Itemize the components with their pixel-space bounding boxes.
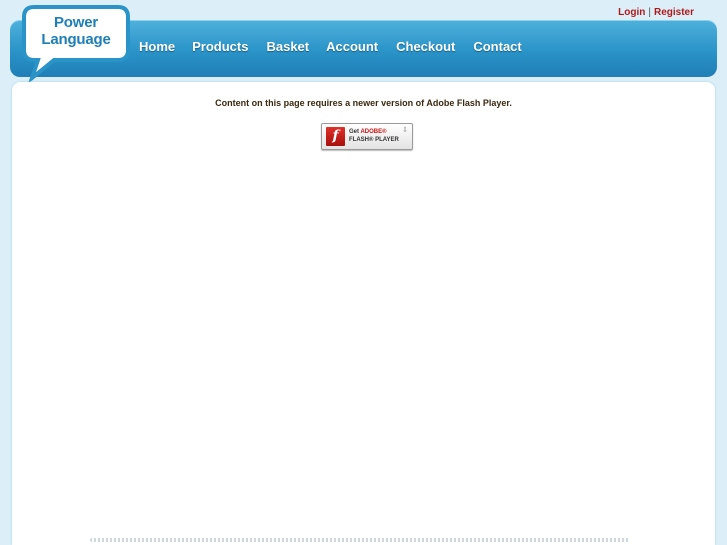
content-panel: Content on this page requires a newer ve…	[12, 82, 715, 545]
flash-get-word: Get	[349, 129, 360, 135]
main-nav: Home Products Basket Account Checkout Co…	[130, 34, 522, 58]
flash-get-label: Get ADOBE®	[349, 129, 387, 135]
nav-home[interactable]: Home	[139, 39, 175, 54]
nav-checkout[interactable]: Checkout	[396, 39, 455, 54]
nav-account[interactable]: Account	[326, 39, 378, 54]
logo-text: Power Language	[28, 14, 124, 48]
auth-links: Login | Register	[618, 7, 694, 18]
nav-contact[interactable]: Contact	[473, 39, 521, 54]
download-arrow-icon: ⇩	[402, 127, 408, 134]
flash-logo-icon: f	[326, 127, 345, 146]
login-link[interactable]: Login	[618, 7, 645, 18]
get-flash-player-button[interactable]: f Get ADOBE® FLASH® PLAYER ⇩	[321, 123, 413, 150]
site-logo[interactable]: Power Language	[20, 4, 132, 84]
nav-basket[interactable]: Basket	[266, 39, 309, 54]
register-link[interactable]: Register	[654, 7, 694, 18]
flash-player-label: FLASH® PLAYER	[349, 137, 399, 143]
flash-adobe-word: ADOBE®	[360, 129, 387, 135]
logo-line1: Power	[53, 14, 98, 31]
nav-products[interactable]: Products	[192, 39, 248, 54]
auth-separator: |	[648, 7, 651, 18]
logo-line2: Language	[41, 31, 111, 48]
footer-divider	[90, 538, 630, 542]
flash-required-message: Content on this page requires a newer ve…	[215, 98, 512, 108]
